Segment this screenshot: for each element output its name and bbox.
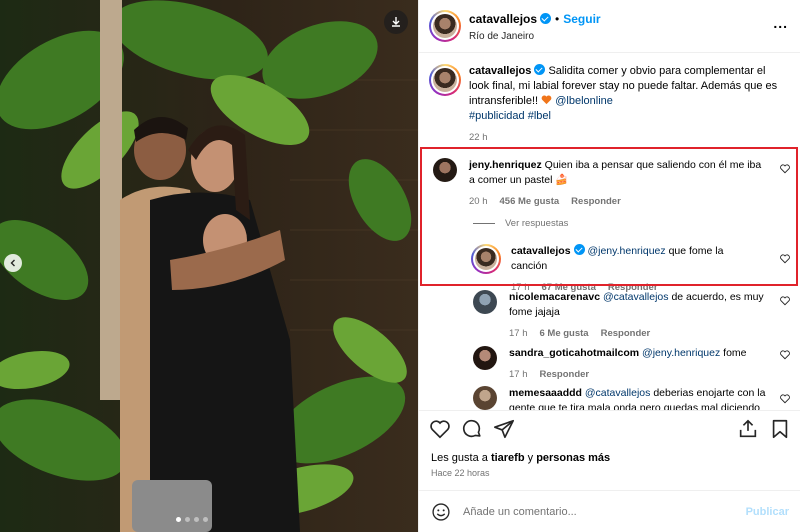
caption: catavallejos Salidita comer y obvio para… — [429, 64, 791, 145]
send-icon[interactable] — [493, 418, 515, 440]
caption-avatar-ring[interactable] — [429, 64, 461, 96]
share-to-icon[interactable] — [737, 418, 759, 440]
heart-icon[interactable] — [429, 418, 451, 440]
reply-item: memesaaaddd @catavallejos deberias enoja… — [473, 386, 773, 410]
comment-composer: Publicar — [419, 490, 800, 532]
carousel-dot — [203, 517, 208, 522]
comment-mention[interactable]: @catavallejos — [603, 291, 669, 303]
post-photo[interactable] — [0, 0, 418, 532]
carousel-prev-button[interactable] — [4, 254, 22, 272]
comment-username[interactable]: memesaaaddd — [509, 387, 582, 399]
chevron-left-icon — [10, 259, 15, 267]
divider — [419, 410, 800, 411]
likes-summary: Les gusta a tiarefb y personas más — [431, 452, 610, 464]
carousel-dots — [176, 517, 208, 522]
location-link[interactable]: Río de Janeiro — [469, 31, 601, 42]
liker-username[interactable]: tiarefb — [491, 452, 525, 464]
comment-mention[interactable]: @jeny.henriquez — [642, 347, 720, 359]
carousel-dot — [194, 517, 199, 522]
avatar — [433, 14, 457, 38]
publish-button[interactable]: Publicar — [746, 506, 789, 518]
heart-icon[interactable] — [780, 394, 790, 404]
download-icon — [392, 17, 400, 27]
comment-text: fome — [723, 347, 747, 359]
couple-photo — [0, 0, 418, 532]
post-timestamp: Hace 22 horas — [431, 468, 490, 478]
comment-mention[interactable]: @catavallejos — [585, 387, 651, 399]
comment-time: 17 h — [509, 328, 528, 339]
likes-prefix: Les gusta a — [431, 452, 488, 464]
author-avatar-ring[interactable] — [429, 10, 461, 42]
smiley-icon[interactable] — [431, 502, 451, 522]
orange-heart-icon — [541, 95, 552, 105]
avatar — [433, 68, 457, 92]
others-likes-link[interactable]: personas más — [536, 452, 610, 464]
carousel-dot — [176, 517, 181, 522]
post-header: catavallejos • Seguir Río de Janeiro — [429, 10, 601, 42]
caption-mention[interactable]: @lbelonline — [555, 95, 613, 107]
follow-button[interactable]: Seguir — [563, 12, 600, 26]
separator: • — [555, 12, 560, 26]
likes-joiner: y — [527, 452, 534, 464]
caption-hashtags[interactable]: #publicidad #lbel — [469, 109, 787, 124]
reply-item: sandra_goticahotmailcom @jeny.henriquez … — [473, 346, 773, 382]
comments-clip: memesaaaddd @catavallejos deberias enoja… — [419, 380, 800, 410]
heart-icon[interactable] — [780, 296, 790, 306]
bookmark-icon[interactable] — [769, 418, 791, 440]
author-username[interactable]: catavallejos — [469, 12, 537, 26]
highlight-annotation — [420, 147, 798, 286]
carousel-dot — [185, 517, 190, 522]
divider — [419, 52, 800, 53]
reply-item: nicolemacarenavc @catavallejos de acuerd… — [473, 290, 773, 341]
reply-button[interactable]: Responder — [601, 326, 651, 341]
heart-icon[interactable] — [780, 350, 790, 360]
download-button[interactable] — [384, 10, 408, 34]
comment-likes[interactable]: 6 Me gusta — [540, 326, 589, 341]
avatar[interactable] — [473, 346, 497, 370]
avatar[interactable] — [473, 386, 497, 410]
action-bar — [429, 418, 791, 442]
more-options-button[interactable]: ... — [773, 16, 788, 30]
verified-badge-icon — [540, 13, 552, 24]
comment-username[interactable]: nicolemacarenavc — [509, 291, 600, 303]
caption-time: 22 h — [469, 132, 488, 143]
avatar[interactable] — [473, 290, 497, 314]
comment-input[interactable] — [463, 505, 746, 518]
verified-badge-icon — [534, 64, 546, 75]
comment-username[interactable]: sandra_goticahotmailcom — [509, 347, 639, 359]
comment-icon[interactable] — [461, 418, 483, 440]
caption-username[interactable]: catavallejos — [469, 65, 531, 77]
